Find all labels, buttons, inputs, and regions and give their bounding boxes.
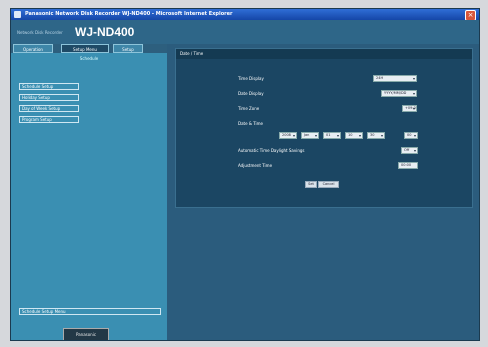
time-display-select[interactable]: 24H [373, 75, 417, 82]
sidebar-item-program-setup[interactable]: Program Setup [19, 116, 79, 123]
panasonic-logo: Panasonic [63, 328, 109, 340]
window-title: Panasonic Network Disk Recorder WJ-ND400… [25, 11, 233, 17]
minute-select[interactable]: 30 [367, 132, 385, 139]
tab-setup[interactable]: Setup [113, 44, 143, 53]
tab-setup-menu[interactable]: Setup Menu [61, 44, 109, 53]
second-select[interactable]: 00 [404, 132, 418, 139]
tab-operation[interactable]: Operation [13, 44, 53, 53]
top-tabs: Operation Setup Menu Setup [11, 44, 167, 53]
date-display-select[interactable]: YYYY/MM/DD [381, 90, 417, 97]
sidebar-item-day-of-week-setup[interactable]: Day of Week Setup [19, 105, 79, 112]
daylight-savings-label: Automatic Time Daylight Savings [238, 148, 305, 153]
main-content: Date / Time Time Display 24H Date Displa… [167, 44, 479, 340]
date-time-label: Date & Time [238, 121, 264, 126]
panel-title: Date / Time [176, 49, 472, 59]
date-time-panel: Date / Time Time Display 24H Date Displa… [175, 48, 473, 208]
adjustment-time-label: Adjustment Time [238, 163, 273, 168]
time-zone-label: Time Zone [238, 106, 260, 111]
browser-icon [14, 11, 21, 18]
sidebar-item-schedule-setup[interactable]: Schedule Setup [19, 83, 79, 90]
time-display-label: Time Display [238, 76, 264, 81]
month-select[interactable]: Jan [301, 132, 319, 139]
daylight-savings-select[interactable]: Off [401, 147, 418, 154]
year-select[interactable]: 2008 [279, 132, 297, 139]
sidebar-heading: Schedule [79, 56, 99, 61]
adjustment-time-field[interactable]: 00:00 [398, 162, 418, 169]
brand-header: Network Disk Recorder WJ-ND400 [11, 20, 479, 44]
title-bar: Panasonic Network Disk Recorder WJ-ND400… [11, 9, 479, 21]
sidebar-item-schedule-menu[interactable]: Schedule Setup Menu [19, 308, 161, 315]
browser-window: Panasonic Network Disk Recorder WJ-ND400… [10, 8, 480, 341]
hour-select[interactable]: 10 [345, 132, 363, 139]
day-select[interactable]: 01 [323, 132, 341, 139]
sidebar: Schedule Schedule Setup Holiday Setup Da… [11, 53, 167, 340]
cancel-button[interactable]: Cancel [318, 181, 339, 188]
set-button[interactable]: Set [305, 181, 317, 188]
model-name: WJ-ND400 [75, 25, 135, 39]
sidebar-item-holiday-setup[interactable]: Holiday Setup [19, 94, 79, 101]
time-zone-select[interactable]: +09:00 [402, 105, 417, 112]
brand-subtitle: Network Disk Recorder [17, 30, 63, 35]
date-display-label: Date Display [238, 91, 264, 96]
